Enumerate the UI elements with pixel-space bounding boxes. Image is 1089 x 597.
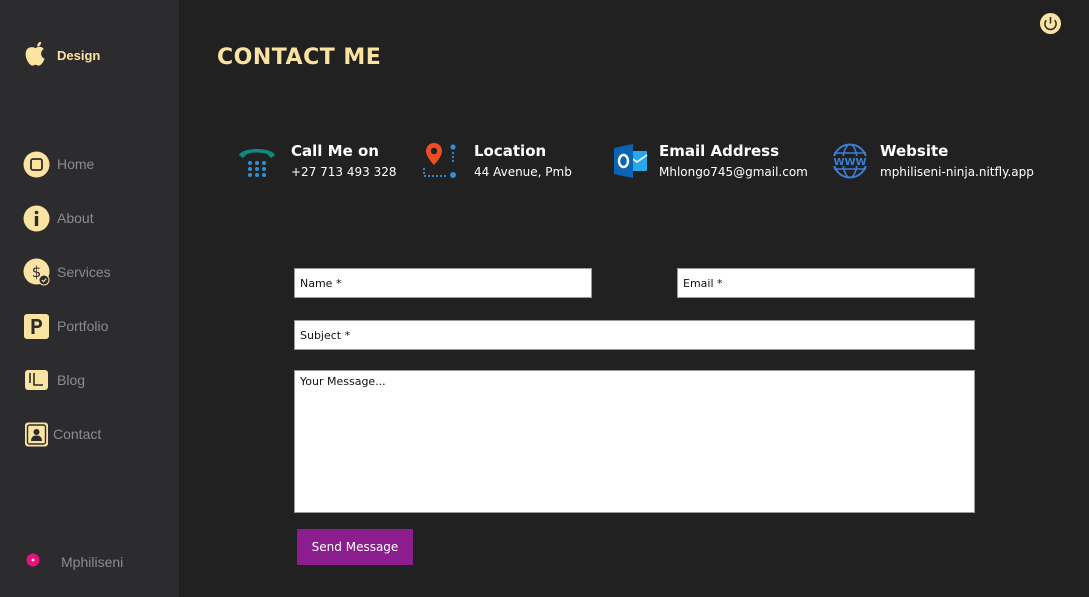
dollar-icon: $ bbox=[23, 258, 50, 286]
subject-field[interactable] bbox=[294, 320, 975, 350]
contact-phone-value: +27 713 493 328 bbox=[291, 165, 397, 179]
sidebar: Design Home About $ Services Portfolio B… bbox=[0, 0, 179, 597]
email-field[interactable] bbox=[677, 268, 975, 298]
power-icon[interactable] bbox=[1039, 12, 1062, 35]
brand[interactable]: Design bbox=[23, 40, 100, 71]
phone-icon bbox=[237, 141, 277, 181]
svg-text:WWW: WWW bbox=[833, 157, 866, 168]
sidebar-item-label: Blog bbox=[57, 372, 86, 388]
sidebar-item-contact[interactable]: Contact bbox=[23, 420, 101, 448]
info-icon bbox=[23, 205, 50, 232]
page-title: CONTACT ME bbox=[217, 45, 382, 70]
contact-location-value: 44 Avenue, Pmb bbox=[474, 165, 572, 179]
sidebar-item-label: Services bbox=[57, 264, 111, 280]
contact-website-value[interactable]: mphiliseni-ninja.nitfly.app bbox=[880, 161, 1034, 183]
contact-location: Location 44 Avenue, Pmb bbox=[420, 141, 572, 183]
contact-email-heading: Email Address bbox=[659, 142, 780, 160]
sidebar-item-about[interactable]: About bbox=[23, 204, 94, 232]
location-icon bbox=[420, 141, 460, 181]
user-dot-icon bbox=[25, 552, 41, 572]
outlook-icon bbox=[611, 141, 651, 181]
contact-icon bbox=[23, 421, 50, 448]
brand-label: Design bbox=[57, 48, 101, 63]
sidebar-item-label: Home bbox=[57, 156, 95, 172]
contact-phone: Call Me on +27 713 493 328 bbox=[237, 141, 396, 183]
sidebar-item-home[interactable]: Home bbox=[23, 150, 94, 178]
portfolio-p-icon bbox=[23, 313, 50, 340]
sidebar-item-label: About bbox=[57, 210, 94, 226]
contact-phone-heading: Call Me on bbox=[291, 142, 379, 160]
contact-website-heading: Website bbox=[880, 142, 949, 160]
user-name: Mphiliseni bbox=[61, 554, 124, 570]
contact-email-value[interactable]: Mhlongo745@gmail.com bbox=[659, 161, 808, 183]
sidebar-item-portfolio[interactable]: Portfolio bbox=[23, 312, 108, 340]
sidebar-item-label: Contact bbox=[53, 426, 102, 442]
contact-website: WWW Website mphiliseni-ninja.nitfly.app bbox=[830, 141, 1034, 183]
message-field[interactable] bbox=[294, 370, 975, 513]
contact-email: Email Address Mhlongo745@gmail.com bbox=[611, 141, 808, 183]
send-message-button[interactable]: Send Message bbox=[297, 529, 413, 565]
globe-www-icon: WWW bbox=[830, 141, 870, 181]
sidebar-item-blog[interactable]: Blog bbox=[23, 366, 85, 394]
apple-icon bbox=[23, 40, 48, 71]
sidebar-item-services[interactable]: $ Services bbox=[23, 258, 111, 286]
contact-location-heading: Location bbox=[474, 142, 547, 160]
home-icon bbox=[23, 151, 50, 178]
user-profile[interactable]: Mphiliseni bbox=[25, 552, 123, 572]
blog-icon bbox=[23, 367, 50, 394]
sidebar-item-label: Portfolio bbox=[57, 318, 109, 334]
name-field[interactable] bbox=[294, 268, 592, 298]
